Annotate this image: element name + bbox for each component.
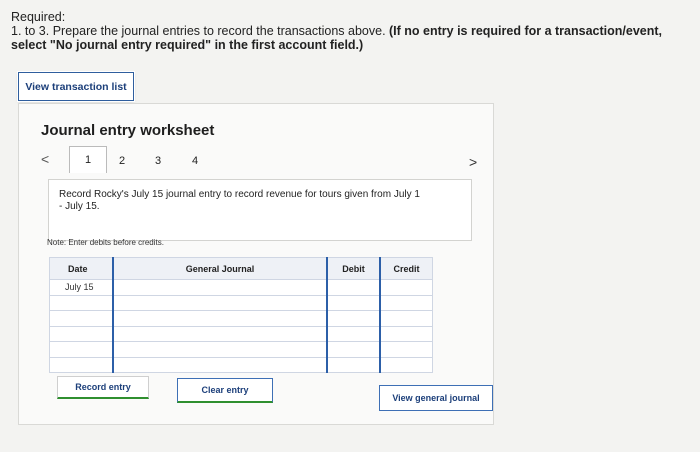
tab-4[interactable]: 4	[192, 155, 198, 167]
tab-2[interactable]: 2	[119, 155, 125, 167]
view-transaction-list-button[interactable]: View transaction list	[18, 72, 134, 101]
debit-field[interactable]	[326, 325, 381, 342]
next-arrow-icon[interactable]: >	[469, 154, 477, 170]
debit-field[interactable]	[326, 356, 381, 373]
tab-3[interactable]: 3	[155, 155, 161, 167]
date-cell[interactable]	[49, 325, 114, 342]
credit-field[interactable]	[379, 310, 433, 327]
account-field[interactable]	[112, 341, 328, 358]
table-row	[49, 356, 433, 373]
debit-field[interactable]	[326, 294, 381, 311]
journal-entry-table: Date General Journal Debit Credit July 1…	[49, 257, 433, 373]
debit-header: Debit	[326, 257, 381, 280]
debit-field[interactable]	[326, 310, 381, 327]
tab-1[interactable]: 1	[69, 146, 107, 173]
table-row	[49, 310, 433, 327]
prev-arrow-icon[interactable]: <	[41, 151, 49, 167]
date-cell[interactable]	[49, 294, 114, 311]
credit-field[interactable]	[379, 325, 433, 342]
record-entry-button[interactable]: Record entry	[57, 376, 149, 399]
date-cell[interactable]	[49, 341, 114, 358]
debit-credit-note: Note: Enter debits before credits.	[47, 238, 164, 247]
credit-header: Credit	[379, 257, 433, 280]
view-general-journal-button[interactable]: View general journal	[379, 385, 493, 411]
table-row	[49, 341, 433, 358]
account-field[interactable]	[112, 294, 328, 311]
table-row	[49, 294, 433, 311]
account-field[interactable]	[112, 310, 328, 327]
required-prefix: 1. to 3.	[11, 24, 50, 38]
date-cell[interactable]	[49, 310, 114, 327]
instruction-text: Record Rocky's July 15 journal entry to …	[59, 189, 420, 212]
debit-field[interactable]	[326, 279, 381, 296]
credit-field[interactable]	[379, 294, 433, 311]
requirements-text: Required: 1. to 3. Prepare the journal e…	[11, 10, 691, 52]
credit-field[interactable]	[379, 341, 433, 358]
date-header: Date	[49, 257, 114, 280]
credit-field[interactable]	[379, 279, 433, 296]
journal-entry-worksheet: Journal entry worksheet < 1 2 3 4 > Reco…	[18, 103, 494, 425]
worksheet-title: Journal entry worksheet	[41, 122, 215, 139]
date-cell[interactable]: July 15	[49, 279, 114, 296]
date-cell[interactable]	[49, 356, 114, 373]
account-field[interactable]	[112, 325, 328, 342]
table-row: July 15	[49, 279, 433, 296]
instruction-box: Record Rocky's July 15 journal entry to …	[48, 179, 472, 241]
clear-entry-button[interactable]: Clear entry	[177, 378, 273, 403]
account-field[interactable]	[112, 356, 328, 373]
credit-field[interactable]	[379, 356, 433, 373]
required-text: Prepare the journal entries to record th…	[49, 24, 390, 38]
account-field[interactable]	[112, 279, 328, 296]
debit-field[interactable]	[326, 341, 381, 358]
required-label: Required:	[11, 10, 66, 24]
table-row	[49, 325, 433, 342]
general-journal-header: General Journal	[112, 257, 328, 280]
